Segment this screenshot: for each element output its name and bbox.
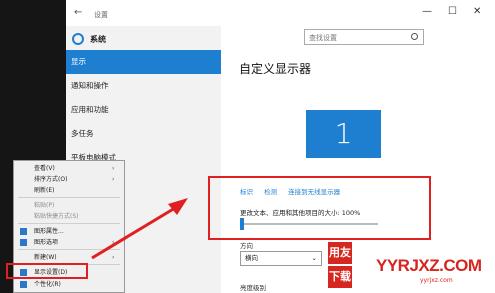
menu-item-label: 新建(W) bbox=[34, 254, 57, 261]
gear-icon bbox=[72, 33, 84, 45]
sidebar-item-apps[interactable]: 应用和功能 bbox=[66, 98, 221, 122]
back-button[interactable]: ← bbox=[74, 7, 82, 18]
monitor-tile[interactable]: 1 bbox=[306, 110, 381, 158]
watermark-url: yyrjxz.com bbox=[420, 277, 453, 284]
sidebar-item-display[interactable]: 显示 bbox=[66, 50, 221, 74]
close-button[interactable]: ✕ bbox=[473, 6, 481, 17]
search-input[interactable]: 查找设置 bbox=[304, 29, 424, 45]
personalize-icon bbox=[20, 281, 27, 288]
chevron-down-icon: ⌄ bbox=[311, 254, 317, 262]
minimize-button[interactable]: — bbox=[422, 6, 432, 17]
chevron-right-icon: › bbox=[112, 254, 115, 261]
menu-item-label: 个性化(R) bbox=[34, 281, 61, 288]
sidebar-item-multitasking[interactable]: 多任务 bbox=[66, 122, 221, 146]
watermark-box: 下载 bbox=[328, 266, 352, 288]
menu-item-label: 刷新(E) bbox=[34, 187, 55, 194]
menu-item-sort[interactable]: 排序方式(O) › bbox=[14, 174, 124, 185]
monitor-number: 1 bbox=[334, 117, 353, 150]
menu-item-label: 图形选项 bbox=[34, 239, 59, 246]
search-icon bbox=[411, 33, 418, 40]
watermark-logo-text: YYRJXZ.COM bbox=[376, 256, 482, 275]
menu-item-paste: 粘贴(P) bbox=[14, 200, 124, 211]
menu-divider bbox=[18, 249, 120, 250]
menu-item-label: 粘贴(P) bbox=[34, 202, 55, 209]
chevron-right-icon: › bbox=[112, 239, 115, 246]
chevron-right-icon: › bbox=[112, 176, 115, 183]
search-placeholder: 查找设置 bbox=[309, 34, 337, 42]
orientation-dropdown[interactable]: 横向 ⌄ bbox=[240, 251, 322, 266]
menu-item-view[interactable]: 查看(V) › bbox=[14, 163, 124, 174]
menu-item-label: 粘贴快捷方式(S) bbox=[34, 213, 79, 220]
menu-divider bbox=[18, 197, 120, 198]
menu-item-graphics-properties[interactable]: 图形属性... bbox=[14, 226, 124, 237]
brightness-label: 亮度级别 bbox=[240, 284, 266, 292]
menu-item-paste-shortcut: 粘贴快捷方式(S) bbox=[14, 211, 124, 222]
menu-item-graphics-options[interactable]: 图形选项 › bbox=[14, 237, 124, 248]
graphics-icon bbox=[20, 228, 27, 235]
menu-item-label: 图形属性... bbox=[34, 228, 64, 235]
page-title: 自定义显示器 bbox=[239, 62, 312, 76]
sidebar-header: 系统 bbox=[72, 30, 106, 48]
maximize-button[interactable]: ☐ bbox=[448, 6, 457, 17]
sidebar-item-notifications[interactable]: 通知和操作 bbox=[66, 74, 221, 98]
menu-divider bbox=[18, 223, 120, 224]
menu-item-refresh[interactable]: 刷新(E) bbox=[14, 185, 124, 196]
highlight-box-settings bbox=[208, 176, 431, 240]
section-title: 系统 bbox=[90, 34, 106, 44]
watermark-box: 用友 bbox=[328, 242, 352, 264]
graphics-icon bbox=[20, 239, 27, 246]
menu-item-label: 查看(V) bbox=[34, 165, 55, 172]
title-bar: ← 设置 — ☐ ✕ bbox=[66, 0, 495, 26]
window-title: 设置 bbox=[94, 11, 108, 19]
orientation-value: 横向 bbox=[245, 254, 258, 262]
highlight-box-display-settings bbox=[6, 263, 88, 279]
menu-item-new[interactable]: 新建(W) › bbox=[14, 252, 124, 263]
menu-item-personalize[interactable]: 个性化(R) bbox=[14, 279, 124, 290]
orientation-label: 方向 bbox=[240, 242, 253, 250]
watermark: 用友 下载 YYRJXZ.COM yyrjxz.com bbox=[328, 242, 488, 292]
menu-item-label: 排序方式(O) bbox=[34, 176, 68, 183]
chevron-right-icon: › bbox=[112, 165, 115, 172]
